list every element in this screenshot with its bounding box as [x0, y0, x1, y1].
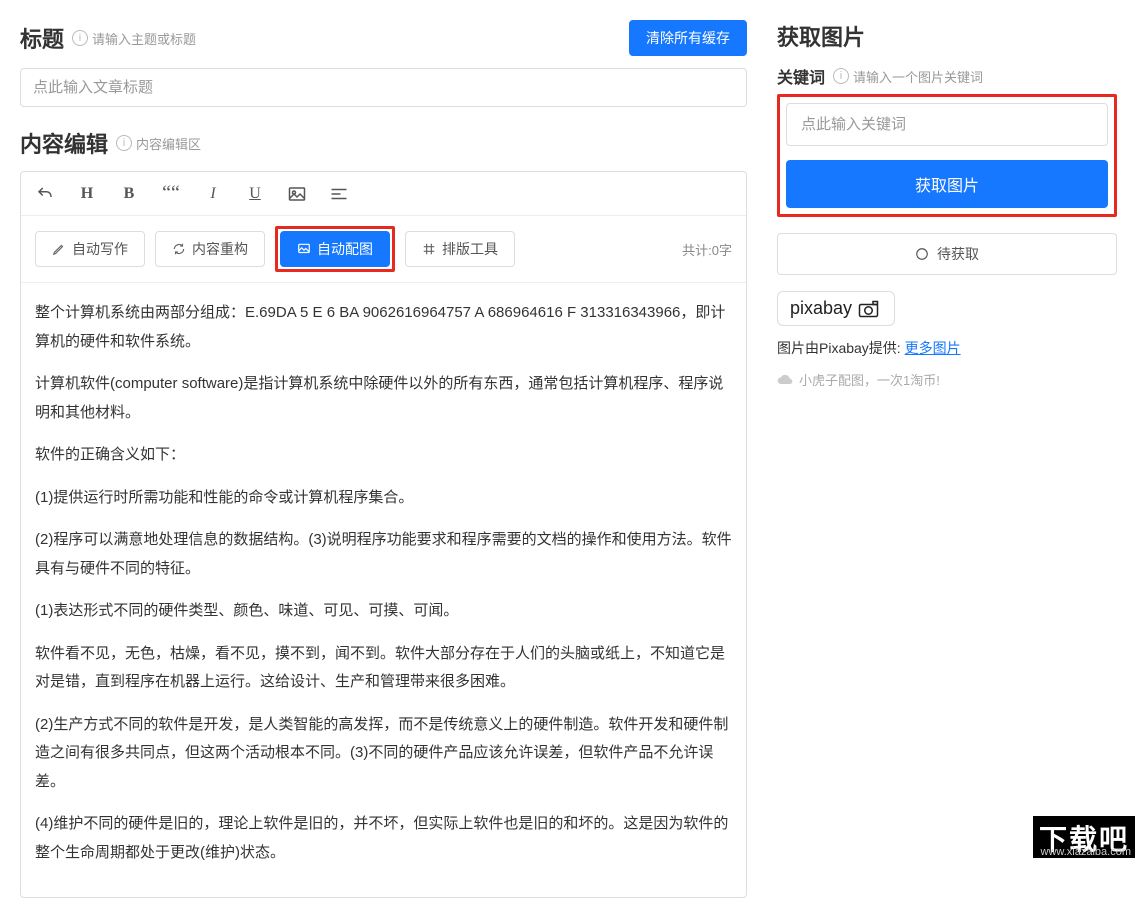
sidebar-column: 获取图片 关键词 i 请输入一个图片关键词 获取图片 待获取 pixabay 图… [777, 20, 1117, 898]
content-paragraph: (2)生产方式不同的软件是开发，是人类智能的高发挥，而不是传统意义上的硬件制造。… [35, 711, 732, 797]
undo-icon[interactable] [35, 185, 55, 203]
pending-status: 待获取 [777, 233, 1117, 275]
image-icon[interactable] [287, 186, 307, 202]
cloud-icon [777, 373, 793, 387]
word-counter: 共计:0字 [682, 240, 732, 259]
layout-tool-button[interactable]: 排版工具 [405, 231, 515, 267]
layout-tool-label: 排版工具 [442, 239, 498, 259]
auto-image-label: 自动配图 [317, 239, 373, 259]
info-icon: i [833, 68, 849, 84]
pixabay-credit: 图片由Pixabay提供: 更多图片 [777, 338, 1117, 358]
refresh-icon [172, 242, 186, 256]
provided-by-text: 图片由Pixabay提供: [777, 340, 901, 356]
content-paragraph: 软件的正确含义如下： [35, 441, 732, 470]
more-images-link[interactable]: 更多图片 [905, 340, 961, 356]
info-icon: i [116, 135, 132, 151]
align-left-icon[interactable] [329, 186, 349, 202]
heading-icon[interactable]: H [77, 185, 97, 203]
keyword-input[interactable] [786, 103, 1108, 146]
editor-label: 内容编辑 [20, 127, 108, 159]
content-paragraph: (1)表达形式不同的硬件类型、颜色、味道、可见、可摸、可闻。 [35, 597, 732, 626]
content-paragraph: 计算机软件(computer software)是指计算机系统中除硬件以外的所有… [35, 370, 732, 427]
quote-icon[interactable]: ““ [161, 182, 181, 205]
fetch-image-title: 获取图片 [777, 20, 865, 52]
layout-icon [422, 242, 436, 256]
auto-image-button[interactable]: 自动配图 [280, 231, 390, 267]
content-paragraph: 整个计算机系统由两部分组成：E.69DA 5 E 6 BA 9062616964… [35, 299, 732, 356]
content-paragraph: (4)维护不同的硬件是旧的，理论上软件是旧的，并不坏，但实际上软件也是旧的和坏的… [35, 810, 732, 867]
keyword-hint: 请输入一个图片关键词 [853, 67, 983, 86]
editor-header: 内容编辑 i 内容编辑区 [20, 127, 747, 159]
fetch-image-header: 获取图片 [777, 20, 1117, 52]
article-title-input[interactable] [20, 68, 747, 107]
title-label: 标题 [20, 22, 64, 54]
clear-cache-label: 清除所有缓存 [646, 28, 730, 48]
clear-cache-button[interactable]: 清除所有缓存 [629, 20, 747, 56]
auto-image-highlight: 自动配图 [275, 226, 395, 272]
sidebar-footer-hint: 小虎子配图，一次1淘币! [777, 370, 1117, 389]
pencil-icon [52, 242, 66, 256]
info-icon: i [72, 30, 88, 46]
italic-icon[interactable]: I [203, 185, 223, 203]
auto-write-label: 自动写作 [72, 239, 128, 259]
watermark-url: www.xiazaiba.com [1041, 846, 1131, 858]
content-restructure-button[interactable]: 内容重构 [155, 231, 265, 267]
footer-hint-text: 小虎子配图，一次1淘币! [799, 370, 940, 389]
fetch-image-button[interactable]: 获取图片 [786, 160, 1108, 208]
editor-hint: 内容编辑区 [136, 134, 201, 153]
content-paragraph: (2)程序可以满意地处理信息的数据结构。(3)说明程序功能要求和程序需要的文档的… [35, 526, 732, 583]
keyword-highlight-box: 获取图片 [777, 94, 1117, 217]
circle-icon [915, 247, 929, 261]
pixabay-badge: pixabay [777, 291, 895, 326]
auto-write-button[interactable]: 自动写作 [35, 231, 145, 267]
bold-icon[interactable]: B [119, 185, 139, 203]
editor-box: H B ““ I U 自动写作 内容重构 [20, 171, 747, 898]
title-header: 标题 i 请输入主题或标题 清除所有缓存 [20, 20, 747, 56]
content-restructure-label: 内容重构 [192, 239, 248, 259]
pending-label: 待获取 [937, 244, 979, 264]
content-paragraph: (1)提供运行时所需功能和性能的命令或计算机程序集合。 [35, 484, 732, 513]
keyword-label: 关键词 [777, 64, 825, 88]
action-toolbar: 自动写作 内容重构 自动配图 排版工具 共计:0字 [21, 216, 746, 283]
format-toolbar: H B ““ I U [21, 172, 746, 216]
underline-icon[interactable]: U [245, 185, 265, 203]
image-icon [297, 242, 311, 256]
editor-content[interactable]: 整个计算机系统由两部分组成：E.69DA 5 E 6 BA 9062616964… [21, 283, 746, 897]
title-hint: 请输入主题或标题 [92, 29, 196, 48]
fetch-image-btn-label: 获取图片 [915, 178, 979, 195]
content-paragraph: 软件看不见，无色，枯燥，看不见，摸不到，闻不到。软件大部分存在于人们的头脑或纸上… [35, 640, 732, 697]
main-column: 标题 i 请输入主题或标题 清除所有缓存 内容编辑 i 内容编辑区 H B ““… [20, 20, 747, 898]
keyword-header: 关键词 i 请输入一个图片关键词 [777, 64, 1117, 88]
pixabay-label: pixabay [790, 298, 852, 319]
camera-icon [858, 300, 882, 318]
